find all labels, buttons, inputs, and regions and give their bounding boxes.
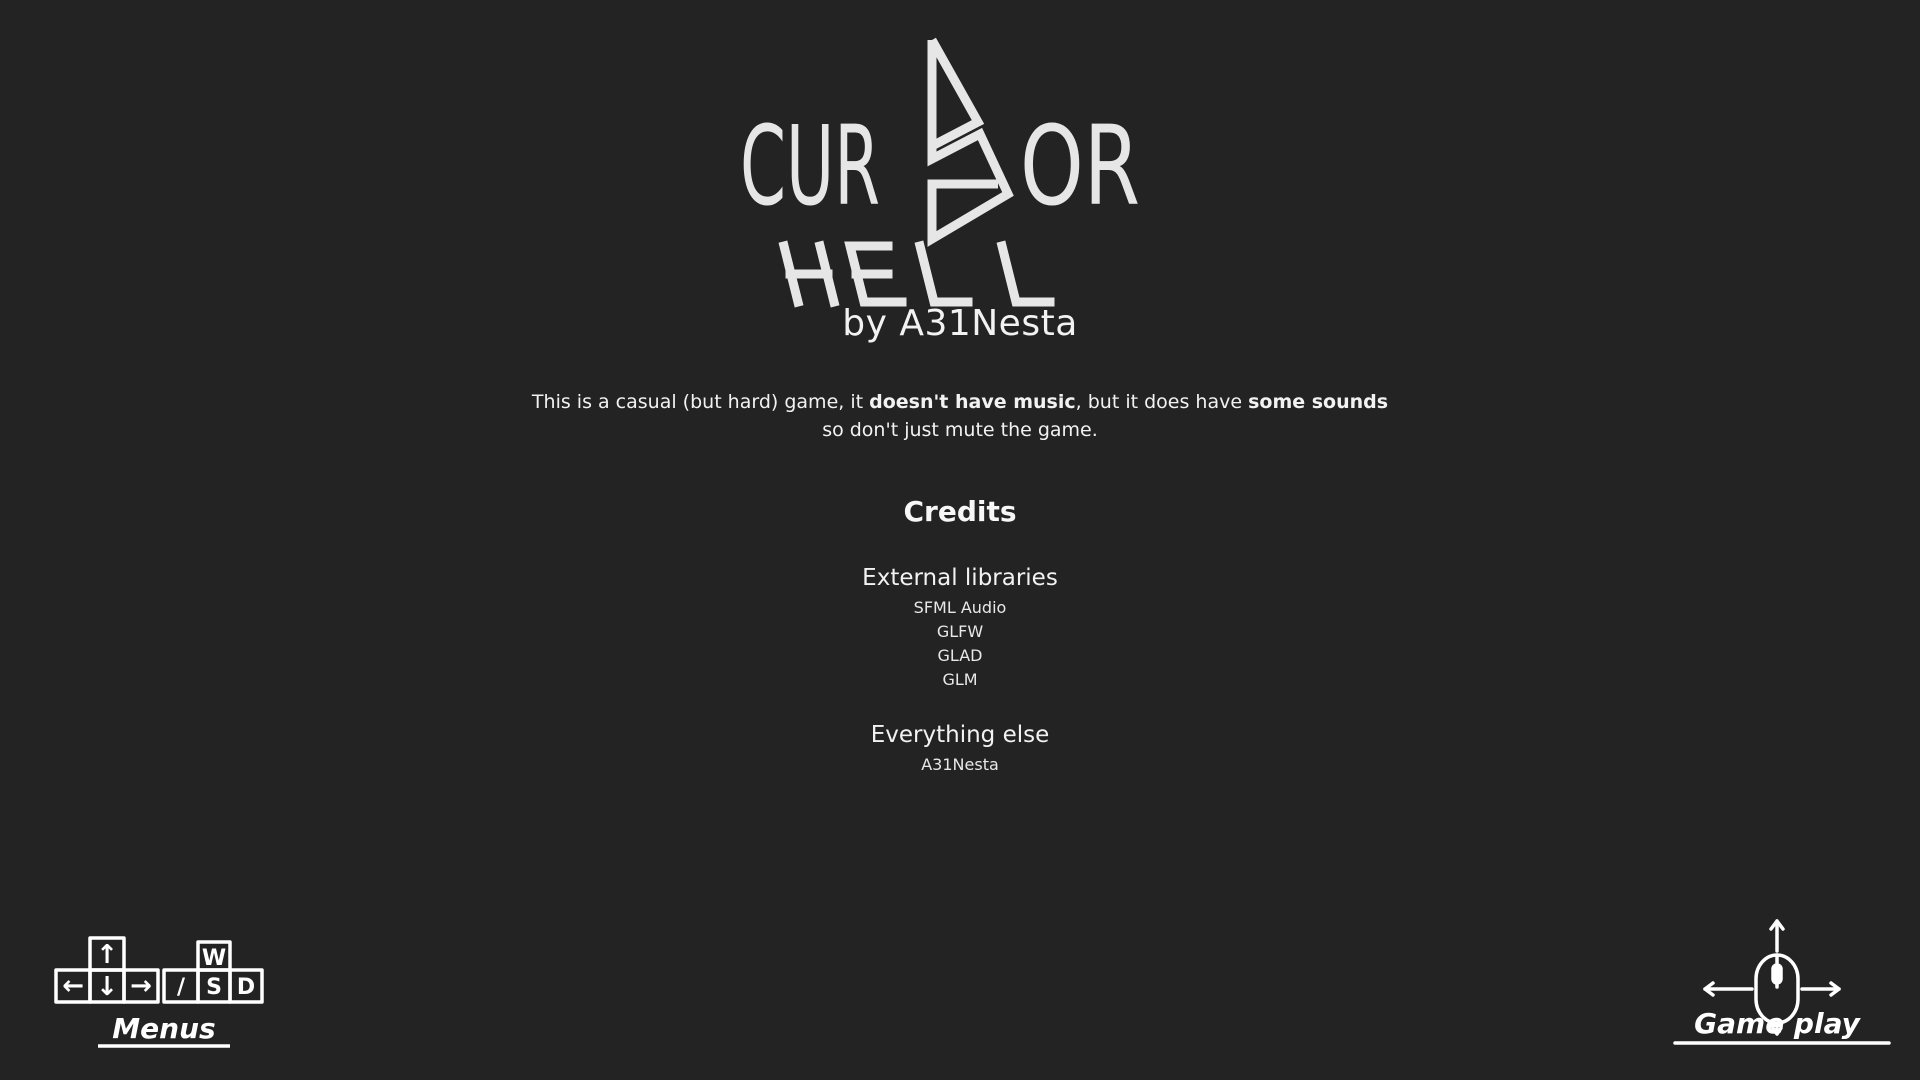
mouse-icon: Game play [1673, 919, 1891, 1045]
key-a-label: / [177, 975, 186, 1000]
credits-section-title: Everything else [870, 722, 1050, 748]
gameplay-label: Game play [1694, 1007, 1861, 1040]
key-right-label: → [130, 971, 152, 1001]
description-text: , but it does have [1075, 391, 1249, 413]
key-s-label: S [206, 975, 222, 1000]
logo-line1-left: CUR [740, 102, 880, 230]
description-bold-no-music: doesn't have music [869, 391, 1076, 413]
key-w-label: W [202, 946, 226, 971]
logo-title: CUR OR [740, 102, 1140, 230]
credits-item: A31Nesta [921, 755, 999, 774]
key-up-label: ↑ [96, 940, 118, 970]
key-left-label: ← [62, 971, 84, 1001]
game-description: This is a casual (but hard) game, it doe… [530, 388, 1390, 444]
credits-item: SFML Audio [913, 598, 1007, 617]
mouse-wheel [1771, 963, 1783, 985]
description-text: This is a casual (but hard) game, it [531, 391, 870, 413]
byline: by A31Nesta [842, 303, 1078, 344]
cursor-arrow-icon [927, 37, 1014, 247]
key-d-label: D [237, 975, 255, 1000]
credits-heading: Credits [903, 495, 1017, 528]
keyboard-keys-icon: ↑ ← ↓ → W / S D Menus [54, 936, 264, 1048]
credits-item: GLAD [937, 646, 983, 665]
credits-section-title: External libraries [862, 565, 1058, 591]
game-logo: CUR OR [740, 37, 1140, 308]
description-text: so don't just mute the game. [822, 419, 1098, 441]
credits-item: GLM [942, 670, 978, 689]
credits-item: GLFW [936, 622, 984, 641]
description-bold-sounds: some sounds [1248, 391, 1389, 413]
credits-screen: CUR OR by A31Nesta This is a casual (but… [0, 0, 1920, 1080]
logo-line2 [778, 240, 1055, 308]
menus-label: Menus [112, 1012, 215, 1045]
logo-line1-right: OR [1020, 102, 1140, 230]
key-down-label: ↓ [96, 972, 118, 1002]
